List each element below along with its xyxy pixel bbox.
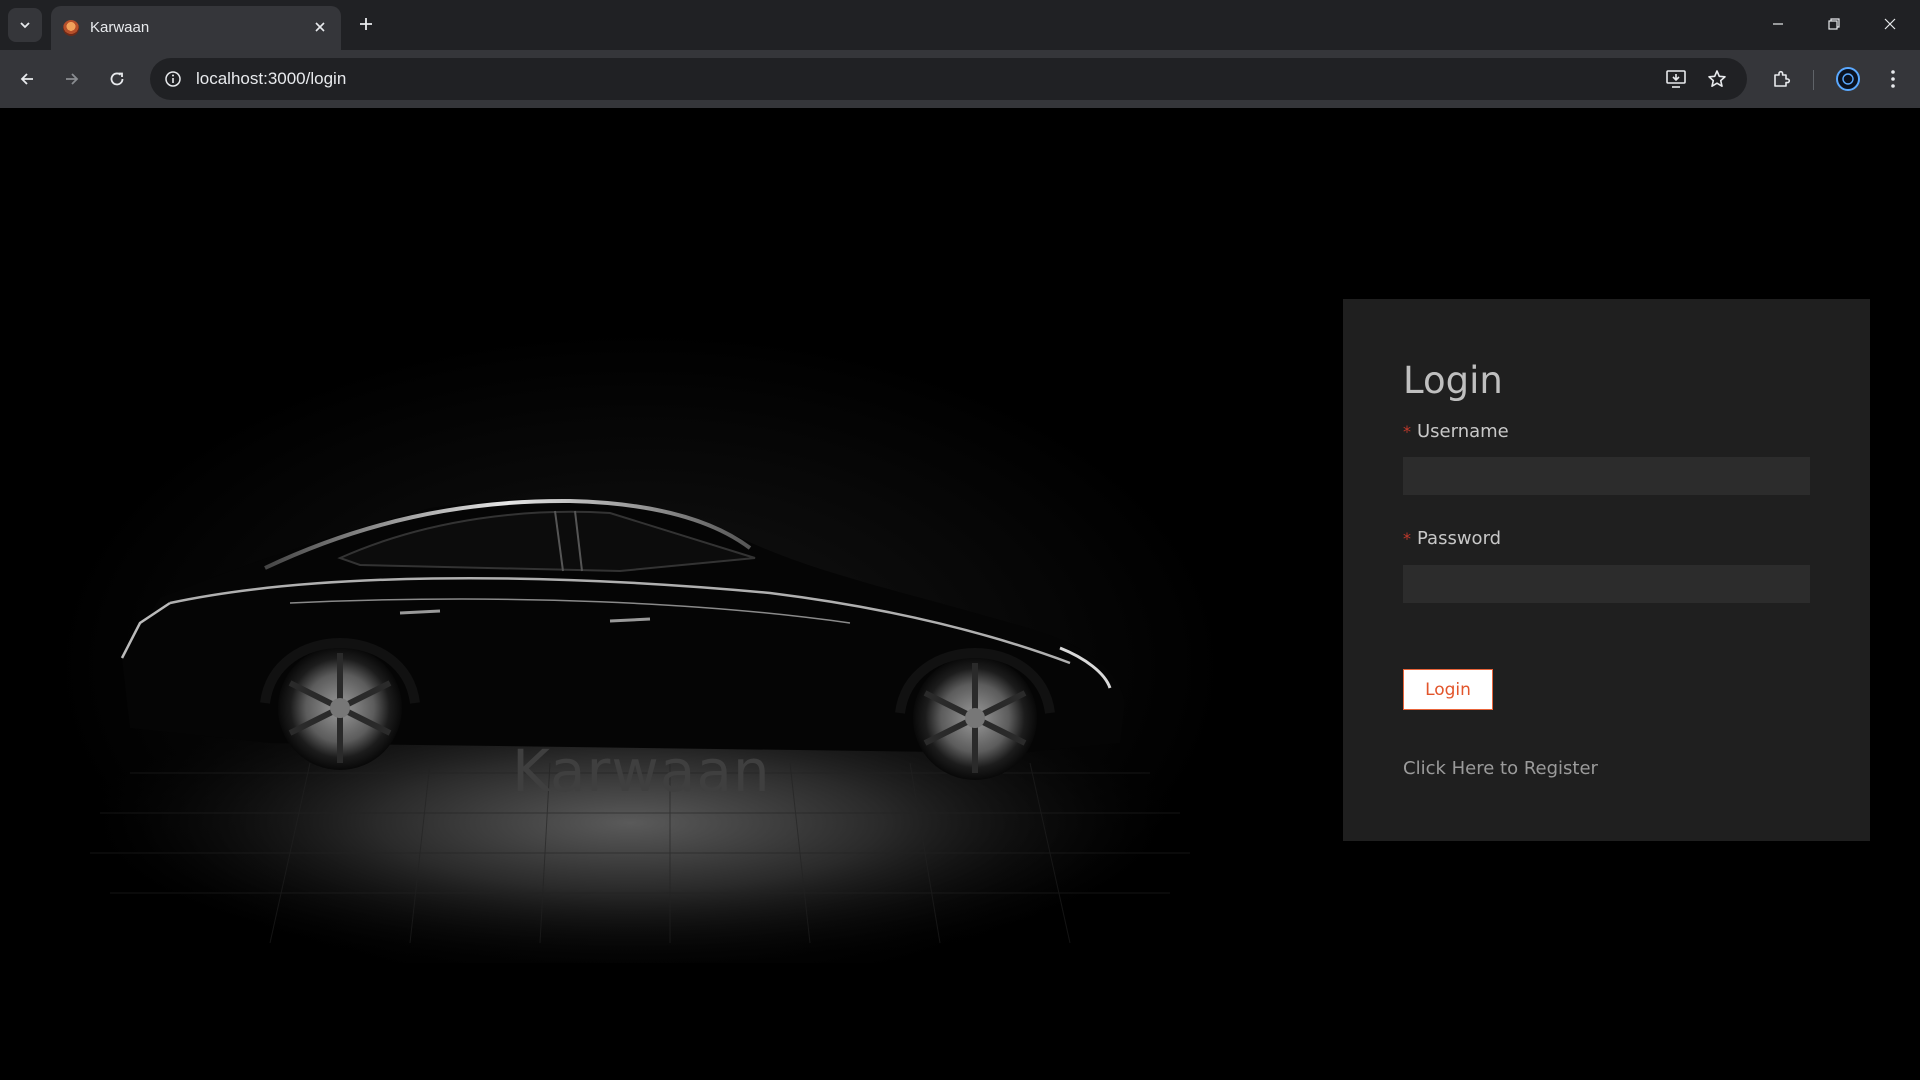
- password-label-text: Password: [1417, 528, 1502, 549]
- address-bar[interactable]: localhost:3000/login: [150, 58, 1747, 100]
- restore-icon: [1828, 18, 1840, 30]
- forward-button[interactable]: [55, 62, 89, 96]
- tab-close-button[interactable]: [309, 16, 331, 38]
- back-button[interactable]: [10, 62, 44, 96]
- favicon-icon: [63, 20, 79, 36]
- info-icon: [165, 71, 181, 87]
- brand-logo-text: Karwaan: [512, 737, 771, 805]
- username-label-text: Username: [1417, 421, 1509, 442]
- site-info-button[interactable]: [160, 66, 186, 92]
- password-input[interactable]: [1403, 565, 1810, 603]
- browser-toolbar: localhost:3000/login: [0, 50, 1920, 108]
- arrow-right-icon: [66, 73, 79, 85]
- reload-button[interactable]: [100, 62, 134, 96]
- plus-icon: [360, 18, 372, 30]
- puzzle-icon: [1774, 70, 1791, 87]
- login-page: Karwaan Login * Username * Password Login …: [0, 108, 1920, 1080]
- car-silhouette-image: [70, 498, 1190, 963]
- hero-car-image: Karwaan: [10, 303, 1270, 963]
- required-marker: *: [1403, 529, 1411, 548]
- minimize-icon: [1773, 23, 1783, 25]
- login-button[interactable]: Login: [1403, 669, 1493, 710]
- login-card: Login * Username * Password Login Click He…: [1343, 299, 1870, 841]
- close-icon: [315, 22, 325, 32]
- username-label: * Username: [1403, 421, 1509, 442]
- install-app-icon: [1666, 70, 1686, 88]
- restore-window-button[interactable]: [1806, 0, 1862, 48]
- star-icon: [1708, 70, 1726, 87]
- more-vertical-icon: [1891, 70, 1895, 88]
- avatar: [1836, 67, 1860, 91]
- close-icon: [1884, 18, 1896, 30]
- browser-menu-button[interactable]: [1876, 62, 1910, 96]
- profile-button[interactable]: [1831, 62, 1865, 96]
- bookmark-button[interactable]: [1703, 65, 1731, 93]
- arrow-left-icon: [20, 73, 33, 85]
- install-app-button[interactable]: [1662, 65, 1690, 93]
- toolbar-divider: [1813, 70, 1814, 90]
- url-text[interactable]: localhost:3000/login: [196, 69, 346, 89]
- browser-tab-bar: Karwaan: [0, 0, 1920, 50]
- reload-icon: [110, 72, 124, 86]
- required-marker: *: [1403, 422, 1411, 441]
- chevron-down-icon: [20, 22, 30, 29]
- tab-search-button[interactable]: [8, 8, 42, 42]
- tab-title: Karwaan: [90, 19, 150, 36]
- new-tab-button[interactable]: [352, 10, 380, 38]
- minimize-window-button[interactable]: [1750, 0, 1806, 48]
- extensions-button[interactable]: [1764, 62, 1798, 96]
- password-label: * Password: [1403, 528, 1501, 549]
- profile-ring-icon: [1842, 73, 1854, 85]
- register-link[interactable]: Click Here to Register: [1403, 758, 1598, 779]
- browser-tab-active[interactable]: Karwaan: [51, 6, 341, 50]
- login-heading: Login: [1403, 359, 1503, 402]
- close-window-button[interactable]: [1862, 0, 1918, 48]
- username-input[interactable]: [1403, 457, 1810, 495]
